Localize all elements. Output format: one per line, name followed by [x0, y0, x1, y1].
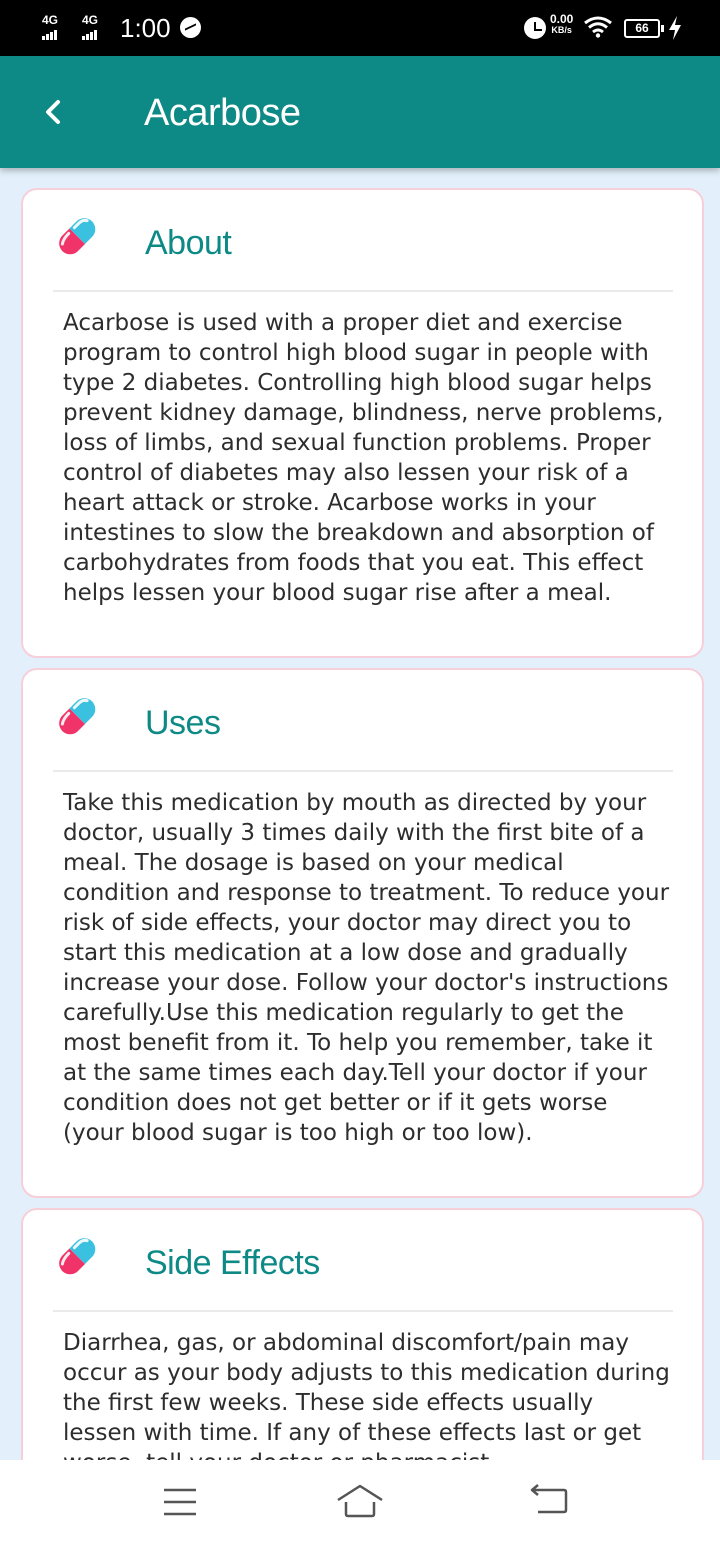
card-title: About	[145, 224, 232, 262]
speed-unit: KB/s	[551, 25, 572, 35]
menu-icon	[164, 1488, 196, 1516]
divider	[53, 770, 673, 772]
network-type-1: 4G	[42, 13, 59, 27]
chevron-left-icon	[46, 100, 60, 124]
alarm-icon	[524, 17, 546, 39]
capsule-icon	[59, 1238, 96, 1275]
signal-2: 4G	[82, 14, 98, 40]
network-type-2: 4G	[82, 13, 99, 27]
card-uses: Uses Take this medication by mouth as di…	[21, 668, 704, 1198]
card-title: Side Effects	[145, 1244, 320, 1282]
card-title: Uses	[145, 704, 221, 742]
capsule-icon	[59, 218, 96, 255]
capsule-icon	[59, 698, 96, 735]
system-nav-bar	[0, 1460, 720, 1544]
clock: 1:00	[120, 13, 171, 43]
content-scroll[interactable]: About Acarbose is used with a proper die…	[0, 168, 720, 1460]
card-body: Acarbose is used with a proper diet and …	[63, 310, 664, 606]
back-button[interactable]	[30, 84, 86, 140]
app-bar: Acarbose	[0, 56, 720, 168]
messenger-icon	[180, 17, 201, 38]
divider	[53, 290, 673, 292]
signal-icon	[42, 28, 58, 40]
back-icon	[530, 1484, 568, 1514]
charging-icon	[669, 16, 681, 40]
back-nav-button[interactable]	[520, 1480, 580, 1524]
battery-icon: 66	[624, 19, 664, 38]
card-about: About Acarbose is used with a proper die…	[21, 188, 704, 658]
divider	[53, 1310, 673, 1312]
page-title: Acarbose	[144, 92, 301, 134]
signal-1: 4G	[42, 14, 58, 40]
signal-icon	[82, 28, 98, 40]
network-speed: 0.00 KB/s	[550, 12, 574, 36]
speed-value: 0.00	[550, 12, 574, 26]
status-bar: 4G 4G 1:00 0.00 KB/s 66	[0, 0, 720, 56]
card-body: Take this medication by mouth as directe…	[63, 790, 670, 1146]
home-icon	[337, 1484, 383, 1518]
card-side-effects: Side Effects Diarrhea, gas, or abdominal…	[21, 1208, 704, 1460]
menu-button[interactable]	[150, 1480, 210, 1524]
wifi-icon	[584, 16, 612, 38]
home-button[interactable]	[330, 1480, 390, 1524]
card-body: Diarrhea, gas, or abdominal discomfort/p…	[63, 1330, 670, 1460]
